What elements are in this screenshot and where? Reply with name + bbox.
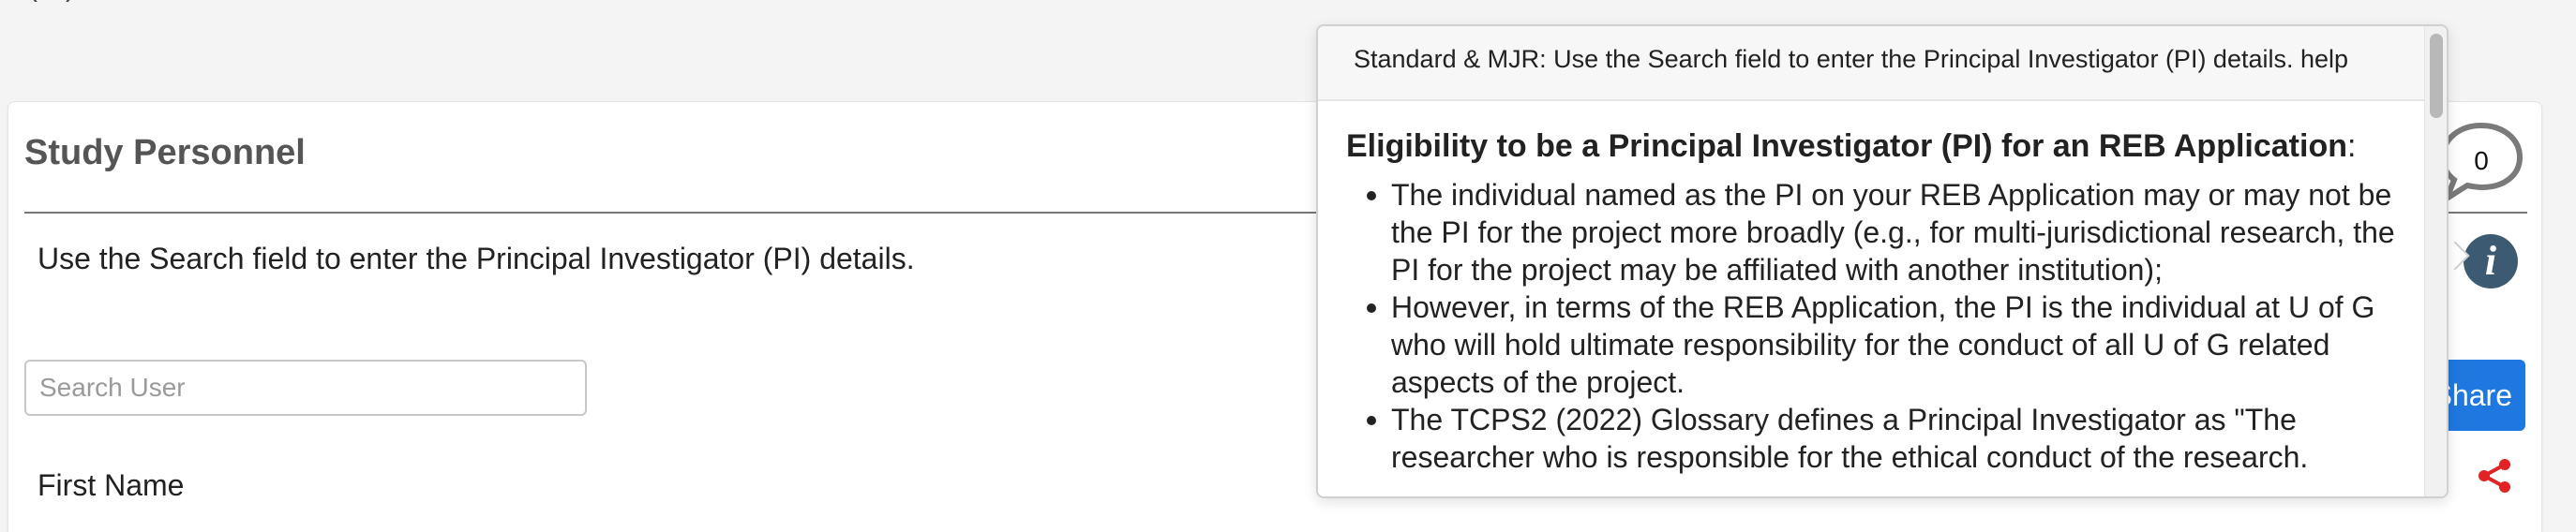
list-item: The individual named as the PI on your R… <box>1346 176 2415 288</box>
info-icon[interactable]: i <box>2464 234 2518 288</box>
popover-body: Eligibility to be a Principal Investigat… <box>1346 109 2415 476</box>
list-item: The TCPS2 (2022) Glossary defines a Prin… <box>1346 401 2415 476</box>
popover-scrollbar[interactable] <box>2424 26 2447 496</box>
popover-heading-text: Eligibility to be a Principal Investigat… <box>1346 128 2347 164</box>
share-icon[interactable] <box>2475 457 2516 495</box>
first-name-label: First Name <box>37 468 185 502</box>
popover-heading: Eligibility to be a Principal Investigat… <box>1346 127 2415 165</box>
list-item: However, in terms of the REB Application… <box>1346 288 2415 401</box>
clipped-top-text: (…) <box>28 0 75 4</box>
search-user-input[interactable] <box>24 360 587 416</box>
section-title: Study Personnel <box>24 133 306 172</box>
page: (…) Study Personnel Use the Search field… <box>0 0 2576 532</box>
popover-scroll-thumb[interactable] <box>2430 34 2443 118</box>
popover-heading-colon: : <box>2346 128 2357 164</box>
eligibility-list: The individual named as the PI on your R… <box>1346 176 2415 476</box>
help-popover: Standard & MJR: Use the Search field to … <box>1316 24 2449 498</box>
comment-count: 0 <box>2474 146 2489 175</box>
popover-header: Standard & MJR: Use the Search field to … <box>1318 26 2424 101</box>
instructions-text: Use the Search field to enter the Princi… <box>37 242 915 275</box>
